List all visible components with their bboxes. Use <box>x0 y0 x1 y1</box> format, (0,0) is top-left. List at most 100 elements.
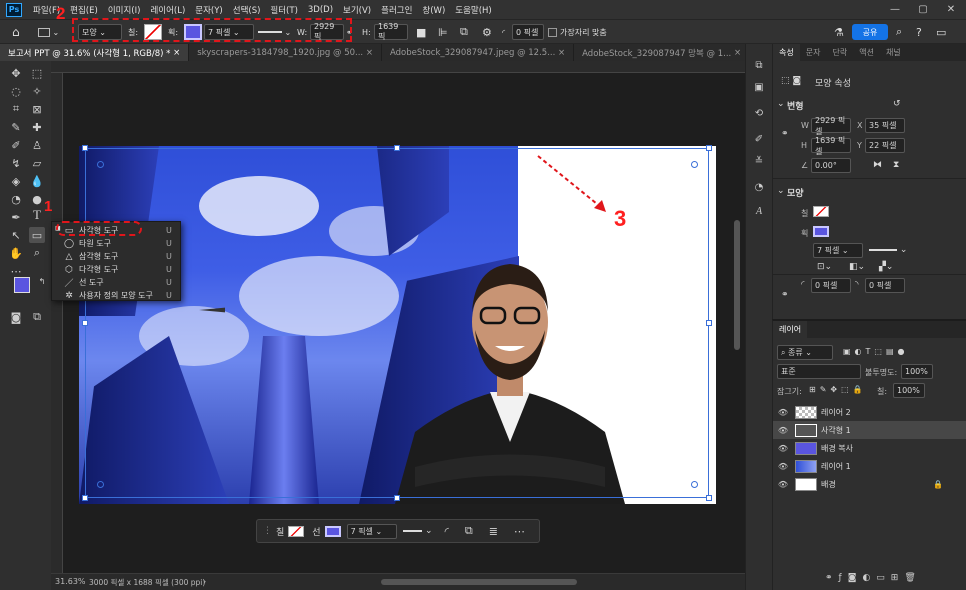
flyout-item-polygon[interactable]: ⬡ 다각형 도구 U <box>52 263 180 276</box>
menu-plugins[interactable]: 플러그인 <box>376 4 417 16</box>
flyout-item-triangle[interactable]: △ 삼각형 도구 U <box>52 250 180 263</box>
close-icon[interactable]: × <box>366 48 373 58</box>
radius-top-left[interactable]: 0 픽셀 <box>811 278 851 293</box>
workspace-icon[interactable]: ▭ <box>936 24 946 40</box>
layer-filter-select[interactable]: ⌕ 종류 ⌄ <box>777 345 833 360</box>
tab-skyscrapers[interactable]: skyscrapers-3184798_1920.jpg @ 50... × <box>189 44 382 61</box>
corner-radius-widget[interactable] <box>691 161 698 168</box>
prop-stroke-swatch[interactable] <box>813 226 829 237</box>
settings-sliders-icon[interactable]: ≣ <box>489 525 498 538</box>
menu-edit[interactable]: 편집(E) <box>65 4 103 16</box>
layer-row[interactable]: 👁 사각형 1 <box>773 421 966 439</box>
zoom-tool-icon[interactable]: ⌕ <box>29 245 45 261</box>
tab-adobestock[interactable]: AdobeStock_329087947.jpeg @ 12.5... × <box>382 44 575 61</box>
transform-handle[interactable] <box>82 495 88 501</box>
eyedropper-icon[interactable]: ✎ <box>8 119 24 135</box>
prop-stroke-type[interactable]: ⌄ <box>869 245 909 255</box>
stamp-tool-icon[interactable]: ♙ <box>29 137 45 153</box>
prop-height-field[interactable]: 1639 픽셀 <box>811 136 851 156</box>
tab-adobestock-copy[interactable]: AdobeStock_329087947 망복 @ 1... × <box>574 44 751 61</box>
corner-icon[interactable]: ◜ <box>445 525 449 538</box>
close-icon[interactable]: ✕ <box>936 0 966 19</box>
brush-tool-icon[interactable]: ✐ <box>8 137 24 153</box>
tab-layers[interactable]: 레이어 <box>773 321 808 338</box>
menu-window[interactable]: 창(W) <box>417 4 450 16</box>
burn-tool-icon[interactable]: ● <box>29 191 45 207</box>
menu-type[interactable]: 문자(Y) <box>190 4 227 16</box>
close-icon[interactable]: × <box>734 48 741 58</box>
transform-handle[interactable] <box>394 495 400 501</box>
corner-radius-widget[interactable] <box>691 481 698 488</box>
magic-wand-icon[interactable]: ✧ <box>29 83 45 99</box>
eye-icon[interactable]: 👁 <box>775 480 791 489</box>
ctx-fill-swatch[interactable] <box>288 525 305 537</box>
flip-vertical-icon[interactable]: ⧗ <box>893 160 899 170</box>
layer-filter-icons[interactable]: ▣◐T⬚▤● <box>843 347 909 356</box>
screen-mode-icon[interactable]: ⧉ <box>29 309 45 325</box>
hand-tool-icon[interactable]: ✋ <box>8 245 24 261</box>
search-icon[interactable]: ⌕ <box>896 24 902 40</box>
blend-mode-select[interactable]: 표준 <box>777 364 861 379</box>
close-icon[interactable]: × <box>173 48 180 58</box>
close-icon[interactable]: × <box>558 48 565 58</box>
paint-bucket-icon[interactable]: ◈ <box>8 173 24 189</box>
tab-paragraph[interactable]: 단락 <box>826 44 853 61</box>
home-icon[interactable]: ⌂ <box>12 24 20 40</box>
swap-colors-icon[interactable]: ↰ <box>34 273 50 289</box>
menu-help[interactable]: 도움말(H) <box>450 4 496 16</box>
menu-image[interactable]: 이미지(I) <box>103 4 146 16</box>
eye-icon[interactable]: 👁 <box>775 444 791 453</box>
menu-view[interactable]: 보기(V) <box>338 4 376 16</box>
opacity-field[interactable]: 100% <box>901 364 933 379</box>
transform-handle[interactable] <box>706 145 712 151</box>
ctx-stroke-type[interactable]: ⌄ <box>402 526 433 536</box>
pen-tool-icon[interactable]: ✒ <box>8 209 24 225</box>
height-field[interactable]: 1639 픽 <box>374 22 408 41</box>
flyout-item-ellipse[interactable]: ◯ 타원 도구 U <box>52 237 180 250</box>
comment-icon[interactable]: ▣ <box>752 80 766 94</box>
stroke-align-icon[interactable]: ⊡⌄ <box>817 262 832 272</box>
tab-report-ppt[interactable]: 보고서 PPT @ 31.6% (사각형 1, RGB/8) * × <box>0 44 190 61</box>
chevron-down-icon[interactable]: ⌄ <box>777 99 785 109</box>
tool-preset-picker[interactable]: ⌄ <box>38 24 59 40</box>
move-tool-icon[interactable]: ✥ <box>8 65 24 81</box>
prop-x-field[interactable]: 35 픽셀 <box>865 118 905 133</box>
marquee-tool-icon[interactable]: ⬚ <box>29 65 45 81</box>
sliders-icon[interactable]: ≚ <box>752 154 766 168</box>
lasso-tool-icon[interactable]: ◌ <box>8 83 24 99</box>
history-icon[interactable]: ⟲ <box>752 106 766 120</box>
layer-actions-bar[interactable]: ⚭ƒ◙◐▭⊞🗑 <box>825 573 922 583</box>
foreground-color-swatch[interactable] <box>14 277 30 293</box>
prop-width-field[interactable]: 2929 픽셀 <box>811 116 851 136</box>
prop-angle-field[interactable]: 0.00° <box>811 158 851 173</box>
menu-select[interactable]: 선택(S) <box>228 4 266 16</box>
menu-filter[interactable]: 필터(T) <box>265 4 302 16</box>
menu-3d[interactable]: 3D(D) <box>303 5 338 15</box>
layer-row[interactable]: 👁 배경 🔒 <box>773 475 966 493</box>
eraser-tool-icon[interactable]: ▱ <box>29 155 45 171</box>
flip-horizontal-icon[interactable]: ⧓ <box>873 160 882 170</box>
link-dimensions-icon[interactable]: ⚭ <box>781 129 789 139</box>
layer-fill-field[interactable]: 100% <box>893 383 925 398</box>
prop-fill-swatch[interactable] <box>813 206 829 217</box>
layer-row[interactable]: 👁 배경 복사 <box>773 439 966 457</box>
link-radius-icon[interactable]: ⚭ <box>781 290 789 300</box>
eye-icon[interactable]: 👁 <box>775 426 791 435</box>
reset-icon[interactable]: ↺ <box>893 99 901 109</box>
minimize-icon[interactable]: — <box>880 0 910 19</box>
path-ops-icon[interactable]: ⧉ <box>465 524 473 538</box>
help-icon[interactable]: ? <box>916 24 922 40</box>
crop-tool-icon[interactable]: ⌗ <box>8 101 24 117</box>
prop-y-field[interactable]: 22 픽셀 <box>865 138 905 153</box>
ctx-stroke-swatch[interactable] <box>324 525 341 537</box>
transform-handle[interactable] <box>706 320 712 326</box>
history-brush-icon[interactable]: ↯ <box>8 155 24 171</box>
layer-row[interactable]: 👁 레이어 2 <box>773 403 966 421</box>
menu-layer[interactable]: 레이어(L) <box>145 4 190 16</box>
gear-icon[interactable]: ⚙ <box>482 24 492 40</box>
chevron-down-icon[interactable]: ⌄ <box>777 186 785 196</box>
lock-icons[interactable]: ⊞✎✥⬚🔒 <box>809 385 867 394</box>
zoom-level[interactable]: 31.63% <box>55 577 86 586</box>
prop-stroke-width[interactable]: 7 픽셀 ⌄ <box>813 243 863 258</box>
flyout-item-custom-shape[interactable]: ✲ 사용자 정의 모양 도구 U <box>52 289 180 302</box>
